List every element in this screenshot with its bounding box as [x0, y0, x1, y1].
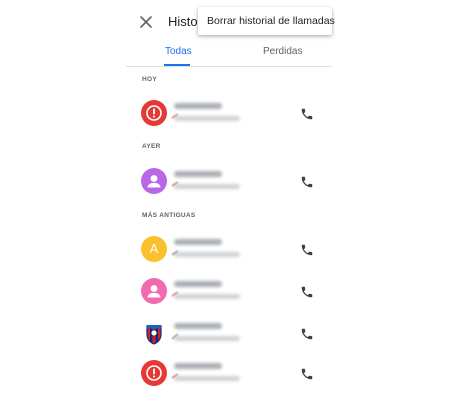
tab-bar: Todas Perdidas: [126, 44, 332, 67]
close-button[interactable]: [135, 11, 157, 33]
section-header-today: HOY: [142, 76, 157, 83]
club-crest-image: [146, 325, 162, 345]
call-history-screen: Histori Todas Perdidas HOY AYER MÁS ANTI…: [126, 0, 332, 398]
phone-icon: [301, 286, 313, 298]
phone-icon: [301, 368, 313, 380]
phone-icon: [301, 328, 313, 340]
section-header-older: MÁS ANTIGUAS: [142, 212, 196, 219]
contact-name-redacted: [174, 239, 222, 245]
overflow-menu: Borrar historial de llamadas: [198, 7, 335, 35]
active-tab-indicator: [164, 64, 190, 66]
avatar: [141, 278, 167, 304]
call-button[interactable]: [300, 175, 314, 189]
call-details-redacted: [174, 184, 240, 189]
call-details-redacted: [174, 252, 240, 257]
call-button[interactable]: [300, 367, 314, 381]
menu-item-clear-history[interactable]: Borrar historial de llamadas: [207, 15, 335, 27]
call-row[interactable]: [126, 355, 332, 395]
avatar: [141, 360, 167, 386]
avatar: A: [141, 236, 167, 262]
alert-icon: [146, 105, 162, 121]
call-details-redacted: [174, 294, 240, 299]
contact-name-redacted: [174, 281, 222, 287]
contact-name-redacted: [174, 171, 222, 177]
call-details-redacted: [174, 116, 240, 121]
call-details-redacted: [174, 376, 240, 381]
tab-all[interactable]: Todas: [165, 46, 192, 57]
call-row[interactable]: [126, 95, 332, 135]
phone-icon: [301, 176, 313, 188]
phone-icon: [301, 244, 313, 256]
call-row[interactable]: A: [126, 231, 332, 271]
close-icon: [140, 16, 152, 28]
call-button[interactable]: [300, 243, 314, 257]
contact-name-redacted: [174, 103, 222, 109]
alert-icon: [146, 365, 162, 381]
avatar: [141, 320, 167, 346]
section-header-yesterday: AYER: [142, 143, 161, 150]
call-details-redacted: [174, 336, 240, 341]
call-button[interactable]: [300, 107, 314, 121]
contact-name-redacted: [174, 323, 222, 329]
avatar: [141, 168, 167, 194]
call-row[interactable]: [126, 163, 332, 203]
avatar-letter: A: [149, 241, 159, 256]
phone-icon: [301, 108, 313, 120]
call-row[interactable]: [126, 273, 332, 313]
avatar: [141, 100, 167, 126]
tab-missed[interactable]: Perdidas: [263, 46, 302, 57]
call-button[interactable]: [300, 285, 314, 299]
person-icon: [147, 175, 161, 188]
call-row[interactable]: [126, 315, 332, 355]
contact-name-redacted: [174, 363, 222, 369]
person-icon: [147, 285, 161, 298]
call-button[interactable]: [300, 327, 314, 341]
